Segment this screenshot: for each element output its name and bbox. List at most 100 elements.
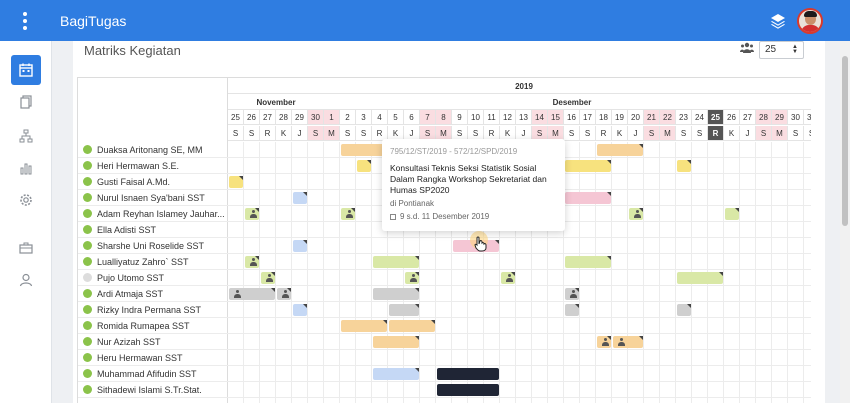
activity-bar[interactable] bbox=[565, 192, 611, 204]
activity-bar[interactable] bbox=[229, 288, 275, 300]
employee-row[interactable]: Rizky Indra Permana SST bbox=[83, 305, 227, 321]
row-divider bbox=[228, 381, 811, 382]
day-column-line bbox=[627, 142, 628, 403]
status-dot-icon bbox=[83, 257, 92, 266]
activity-bar[interactable] bbox=[293, 240, 307, 252]
weekday-letter: M bbox=[324, 126, 340, 141]
day-column-line bbox=[243, 142, 244, 403]
employee-row[interactable]: Ella Adisti SST bbox=[83, 225, 227, 241]
layers-icon[interactable] bbox=[769, 12, 787, 30]
employee-name: Heru Hermawan SST bbox=[97, 353, 183, 363]
employee-row[interactable]: Lualliyatuz Zahro` SST bbox=[83, 257, 227, 273]
sidebar-item-statistics[interactable] bbox=[11, 153, 41, 183]
activity-bar[interactable] bbox=[597, 144, 643, 156]
activity-bar[interactable] bbox=[405, 272, 419, 284]
user-avatar[interactable] bbox=[797, 8, 823, 34]
activity-bar[interactable] bbox=[389, 320, 435, 332]
weekday-letter: M bbox=[660, 126, 676, 141]
employee-row[interactable]: Muhammad Afifudin SST bbox=[83, 369, 227, 385]
activity-bar[interactable] bbox=[357, 160, 371, 172]
activity-bar[interactable] bbox=[501, 272, 515, 284]
activity-bar[interactable] bbox=[389, 304, 419, 316]
scrollbar-thumb[interactable] bbox=[842, 56, 848, 226]
activity-bar[interactable] bbox=[261, 272, 275, 284]
employee-row[interactable]: Gusti Faisal A.Md. bbox=[83, 177, 227, 193]
employee-row[interactable]: Romida Rumapea SST bbox=[83, 321, 227, 337]
weekday-letter: S bbox=[692, 126, 708, 141]
day-column-line bbox=[675, 142, 676, 403]
activity-bar[interactable] bbox=[229, 176, 243, 188]
activity-bar[interactable] bbox=[565, 288, 579, 300]
activity-bar[interactable] bbox=[373, 256, 419, 268]
status-dot-icon bbox=[83, 321, 92, 330]
activity-bar[interactable] bbox=[629, 208, 643, 220]
top-app-bar: BagiTugas bbox=[0, 0, 850, 41]
activity-bar[interactable] bbox=[565, 160, 611, 172]
employee-row[interactable]: Heru Hermawan SST bbox=[83, 353, 227, 369]
activity-bar[interactable] bbox=[373, 288, 419, 300]
activity-bar[interactable] bbox=[373, 336, 419, 348]
employee-row[interactable]: Duaksa Aritonang SE, MM bbox=[83, 145, 227, 161]
day-number: 13 bbox=[516, 110, 532, 125]
day-column-line bbox=[595, 142, 596, 403]
status-dot-icon bbox=[83, 177, 92, 186]
day-number: 2 bbox=[340, 110, 356, 125]
activity-corner-marker bbox=[303, 192, 307, 196]
calendar-icon bbox=[19, 63, 33, 77]
day-number: 25 bbox=[708, 110, 724, 125]
activity-bar[interactable] bbox=[613, 336, 643, 348]
menu-dots-icon[interactable] bbox=[17, 10, 33, 32]
activity-corner-marker bbox=[415, 368, 419, 372]
employee-row[interactable]: Sharshe Uni Roselide SST bbox=[83, 241, 227, 257]
day-number: 10 bbox=[468, 110, 484, 125]
employee-row[interactable]: Heri Hermawan S.E. bbox=[83, 161, 227, 177]
activity-bar[interactable] bbox=[597, 336, 611, 348]
activity-bar[interactable] bbox=[565, 256, 611, 268]
activity-bar[interactable] bbox=[725, 208, 739, 220]
activity-bar[interactable] bbox=[277, 288, 291, 300]
person-icon bbox=[346, 210, 353, 218]
gear-icon bbox=[20, 194, 32, 206]
activity-bar[interactable] bbox=[677, 304, 691, 316]
activity-bar[interactable] bbox=[293, 304, 307, 316]
activity-corner-marker bbox=[303, 304, 307, 308]
employee-row[interactable]: Sithadewi Islami S.Tr.Stat. bbox=[83, 385, 227, 401]
day-number: 21 bbox=[644, 110, 660, 125]
activity-bar[interactable] bbox=[293, 192, 307, 204]
sidebar-item-settings[interactable] bbox=[11, 185, 41, 215]
rows-per-page-select[interactable]: 25 ▲ ▼ bbox=[759, 41, 804, 59]
activity-bar[interactable] bbox=[565, 304, 579, 316]
sidebar-item-documents[interactable] bbox=[11, 87, 41, 117]
sidebar-item-hierarchy[interactable] bbox=[11, 121, 41, 151]
sidebar-item-assignments[interactable] bbox=[11, 233, 41, 263]
day-column-line bbox=[291, 142, 292, 403]
row-divider bbox=[228, 365, 811, 366]
weekday-letter: K bbox=[612, 126, 628, 141]
weekday-letter: J bbox=[740, 126, 756, 141]
activity-bar[interactable] bbox=[341, 208, 355, 220]
sidebar-item-calendar[interactable] bbox=[11, 55, 41, 85]
weekday-letter: M bbox=[772, 126, 788, 141]
sidebar-item-profile[interactable] bbox=[11, 265, 41, 295]
person-icon bbox=[266, 274, 273, 282]
sidebar bbox=[0, 41, 52, 403]
page-scrollbar[interactable] bbox=[840, 41, 850, 403]
activity-bar[interactable] bbox=[677, 160, 691, 172]
weekday-letter: J bbox=[628, 126, 644, 141]
employee-row[interactable]: Nur Azizah SST bbox=[83, 337, 227, 353]
activity-corner-marker bbox=[639, 144, 643, 148]
employee-row[interactable]: Pujo Utomo SST bbox=[83, 273, 227, 289]
activity-bar[interactable] bbox=[437, 368, 499, 380]
employee-row[interactable]: Nurul Isnaen Sya'bani SST bbox=[83, 193, 227, 209]
employee-row[interactable]: Ardi Atmaja SST bbox=[83, 289, 227, 305]
activity-bar[interactable] bbox=[245, 208, 259, 220]
activity-bar[interactable] bbox=[373, 368, 419, 380]
activity-bar[interactable] bbox=[245, 256, 259, 268]
day-column-line bbox=[611, 142, 612, 403]
activity-bar[interactable] bbox=[437, 384, 499, 396]
weekday-letter: S bbox=[676, 126, 692, 141]
hand-cursor-icon bbox=[474, 236, 487, 252]
activity-bar[interactable] bbox=[677, 272, 723, 284]
activity-bar[interactable] bbox=[341, 320, 387, 332]
employee-row[interactable]: Adam Reyhan Islamey Jauhar... bbox=[83, 209, 227, 225]
